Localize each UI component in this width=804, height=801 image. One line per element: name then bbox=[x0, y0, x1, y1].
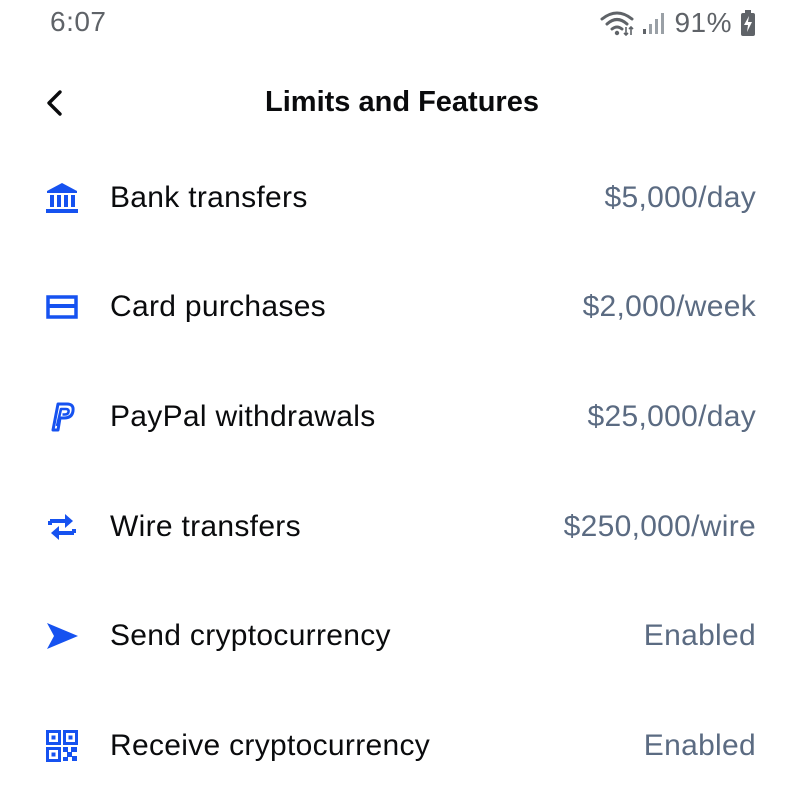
row-value: $25,000/day bbox=[587, 399, 756, 433]
row-label: Card purchases bbox=[110, 290, 326, 324]
row-value: $2,000/week bbox=[582, 290, 756, 324]
battery-percent: 91% bbox=[674, 7, 732, 38]
status-time: 6:07 bbox=[50, 6, 107, 37]
row-value: $5,000/day bbox=[604, 180, 756, 214]
limit-row-bank-transfers[interactable]: Bank transfers $5,000/day bbox=[0, 143, 804, 253]
limits-list: Bank transfers $5,000/day Card purchases… bbox=[0, 143, 804, 801]
limit-row-wire-transfers[interactable]: Wire transfers $250,000/wire bbox=[0, 472, 804, 582]
status-bar: 6:07 91% bbox=[0, 0, 804, 48]
wifi-icon bbox=[600, 10, 635, 36]
row-label: Wire transfers bbox=[110, 509, 301, 543]
page-title: Limits and Features bbox=[265, 86, 539, 118]
limit-row-paypal-withdrawals[interactable]: PayPal withdrawals $25,000/day bbox=[0, 362, 804, 472]
wire-transfer-icon bbox=[44, 509, 80, 545]
limit-row-receive-cryptocurrency[interactable]: Receive cryptocurrency Enabled bbox=[0, 691, 804, 801]
status-icons: 91% bbox=[600, 7, 756, 38]
row-value: Enabled bbox=[643, 619, 756, 653]
header: Limits and Features bbox=[0, 72, 804, 138]
paypal-icon bbox=[44, 399, 80, 435]
row-value: $250,000/wire bbox=[563, 509, 756, 543]
limit-row-send-cryptocurrency[interactable]: Send cryptocurrency Enabled bbox=[0, 581, 804, 691]
row-label: PayPal withdrawals bbox=[110, 399, 376, 433]
signal-icon bbox=[642, 11, 666, 35]
bank-icon bbox=[44, 180, 80, 216]
row-value: Enabled bbox=[643, 728, 756, 762]
qr-code-icon bbox=[44, 728, 80, 764]
row-label: Receive cryptocurrency bbox=[110, 728, 431, 762]
battery-charging-icon bbox=[740, 10, 756, 36]
row-label: Send cryptocurrency bbox=[110, 619, 391, 653]
send-icon bbox=[44, 618, 80, 654]
row-label: Bank transfers bbox=[110, 180, 308, 214]
card-icon bbox=[44, 289, 80, 325]
limit-row-card-purchases[interactable]: Card purchases $2,000/week bbox=[0, 253, 804, 363]
